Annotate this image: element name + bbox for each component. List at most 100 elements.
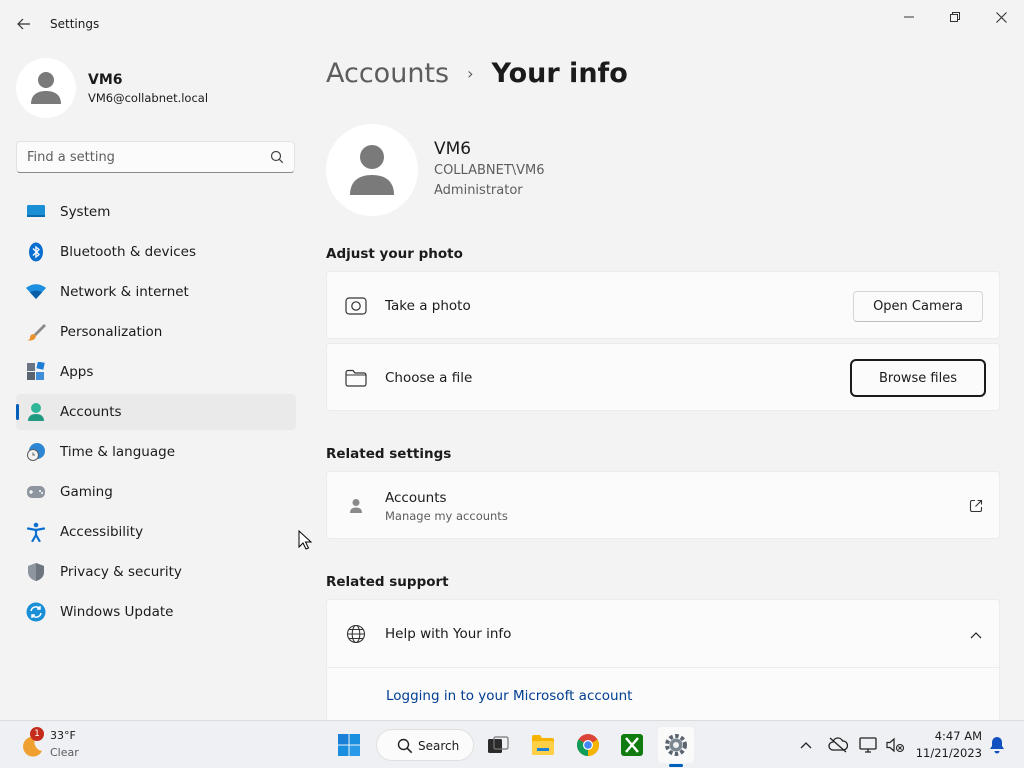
- start-button[interactable]: [331, 727, 367, 763]
- cloud-offline-icon: [828, 737, 848, 753]
- sidebar-item-label: Windows Update: [60, 604, 174, 620]
- active-indicator: [669, 764, 683, 767]
- profile-avatar: [326, 124, 418, 216]
- taskbar-search-label: Search: [418, 739, 460, 753]
- sidebar-item-accessibility[interactable]: Accessibility: [16, 514, 296, 550]
- chevron-up-icon[interactable]: [965, 624, 987, 646]
- help-link-microsoft-account[interactable]: Logging in to your Microsoft account: [386, 688, 632, 704]
- sidebar-item-label: Time & language: [60, 444, 176, 460]
- sidebar-item-windows-update[interactable]: Windows Update: [16, 594, 296, 630]
- app-title: Settings: [50, 17, 100, 31]
- volume-muted-icon: [886, 737, 905, 753]
- sidebar-item-network[interactable]: Network & internet: [16, 274, 296, 310]
- chrome-icon: [577, 734, 599, 756]
- chevron-up-icon: [800, 742, 812, 749]
- search-icon[interactable]: [270, 150, 284, 164]
- bell-icon: [990, 737, 1004, 754]
- search-box[interactable]: [16, 141, 295, 173]
- onedrive-tray[interactable]: [827, 733, 849, 757]
- open-camera-button[interactable]: Open Camera: [853, 291, 983, 322]
- folder-icon: [532, 735, 554, 755]
- user-name: VM6: [88, 72, 123, 88]
- sidebar-item-time-language[interactable]: Time & language: [16, 434, 296, 470]
- network-tray[interactable]: [858, 733, 880, 757]
- help-label: Help with Your info: [385, 626, 512, 642]
- search-icon: [397, 738, 413, 754]
- arrow-left-icon: [17, 18, 30, 30]
- minimize-button[interactable]: [886, 4, 932, 30]
- sidebar-item-label: Gaming: [60, 484, 113, 500]
- restore-button[interactable]: [932, 4, 978, 30]
- person-icon: [345, 495, 367, 517]
- camera-icon: [345, 295, 367, 317]
- help-header[interactable]: Help with Your info: [327, 600, 999, 668]
- section-title-related-settings: Related settings: [326, 446, 452, 462]
- accounts-link-sub: Manage my accounts: [385, 509, 508, 523]
- chrome-button[interactable]: [570, 727, 606, 763]
- sidebar-item-gaming[interactable]: Gaming: [16, 474, 296, 510]
- browse-files-button[interactable]: Browse files: [850, 359, 986, 397]
- section-title-related-support: Related support: [326, 574, 449, 590]
- search-input[interactable]: [27, 148, 257, 166]
- taskbar: 1 33°F Clear Search 4:47 AM 11/21/2023: [0, 720, 1024, 768]
- taskbar-search[interactable]: Search: [376, 729, 474, 761]
- accounts-link-card[interactable]: Accounts Manage my accounts: [326, 471, 1000, 539]
- person-icon: [31, 72, 61, 104]
- take-photo-card: Take a photo Open Camera: [326, 271, 1000, 339]
- xbox-icon: [621, 734, 643, 756]
- profile-name: VM6: [434, 139, 472, 159]
- weather-condition: Clear: [50, 746, 79, 759]
- sidebar-item-label: Network & internet: [60, 284, 189, 300]
- volume-tray[interactable]: [884, 733, 906, 757]
- file-explorer-button[interactable]: [525, 727, 561, 763]
- task-view-button[interactable]: [480, 727, 516, 763]
- show-hidden-icons-button[interactable]: [795, 733, 817, 757]
- breadcrumb: Accounts › Your info: [326, 58, 628, 89]
- choose-file-label: Choose a file: [385, 370, 473, 386]
- globe-clock-icon: [26, 442, 46, 462]
- back-button[interactable]: [10, 12, 38, 36]
- close-icon: [995, 11, 1007, 23]
- sidebar-item-privacy[interactable]: Privacy & security: [16, 554, 296, 590]
- choose-file-card: Choose a file Browse files: [326, 343, 1000, 411]
- xbox-button[interactable]: [614, 727, 650, 763]
- title-bar: Settings: [0, 0, 1024, 48]
- sidebar-item-personalization[interactable]: Personalization: [16, 314, 296, 350]
- sidebar-item-label: Personalization: [60, 324, 163, 340]
- profile-domain: COLLABNET\VM6: [434, 163, 545, 178]
- breadcrumb-parent[interactable]: Accounts: [326, 58, 449, 89]
- settings-taskbar-button[interactable]: [658, 727, 694, 763]
- gamepad-icon: [26, 482, 46, 502]
- accounts-person-icon: [26, 402, 46, 422]
- weather-temp: 33°F: [50, 729, 76, 742]
- windows-logo-icon: [338, 734, 360, 756]
- sidebar-item-bluetooth[interactable]: Bluetooth & devices: [16, 234, 296, 270]
- clock-date: 11/21/2023: [915, 746, 982, 760]
- sidebar-item-label: Bluetooth & devices: [60, 244, 197, 260]
- notification-button[interactable]: [986, 733, 1008, 757]
- user-avatar[interactable]: [16, 58, 76, 118]
- shield-icon: [26, 562, 46, 582]
- sidebar-item-accounts[interactable]: Accounts: [16, 394, 296, 430]
- sidebar-item-apps[interactable]: Apps: [16, 354, 296, 390]
- person-icon: [350, 145, 394, 195]
- accessibility-icon: [26, 522, 46, 542]
- gear-icon: [665, 734, 687, 756]
- page-title: Your info: [491, 58, 628, 89]
- globe-icon: [345, 623, 367, 645]
- sidebar-item-system[interactable]: System: [16, 194, 296, 230]
- restore-icon: [950, 12, 960, 22]
- wifi-icon: [26, 282, 46, 302]
- mouse-cursor-icon: [298, 530, 312, 550]
- task-view-icon: [488, 736, 509, 753]
- minimize-icon: [904, 16, 914, 18]
- user-email: VM6@collabnet.local: [88, 91, 209, 105]
- paintbrush-icon: [26, 322, 46, 342]
- bluetooth-icon: [26, 242, 46, 262]
- sidebar-item-label: System: [60, 204, 111, 220]
- folder-icon: [345, 367, 367, 389]
- system-display-icon: [26, 202, 46, 222]
- sidebar-item-label: Apps: [60, 364, 94, 380]
- sidebar-nav: System Bluetooth & devices Network & int…: [16, 194, 296, 634]
- close-button[interactable]: [978, 4, 1024, 30]
